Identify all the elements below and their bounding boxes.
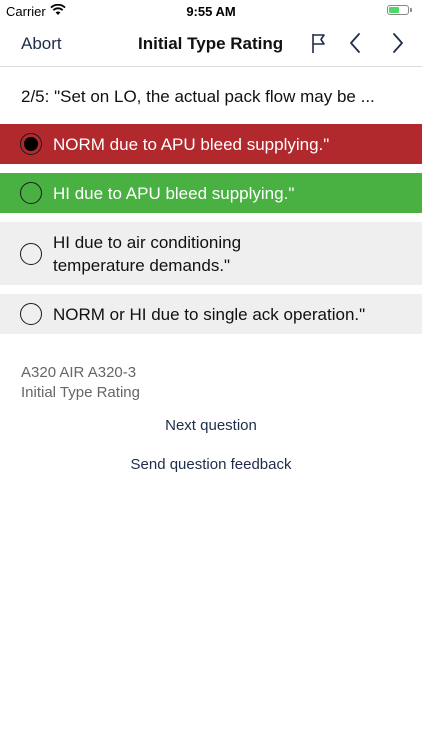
chevron-right-icon[interactable] — [385, 31, 409, 55]
answer-option-2[interactable]: HI due to APU bleed supplying." — [0, 173, 422, 213]
aircraft-label: A320 AIR A320-3 — [21, 364, 137, 381]
nav-bar: Abort Initial Type Rating — [0, 22, 422, 67]
page-title: Initial Type Rating — [138, 34, 284, 53]
answer-label: HI due to APU bleed supplying." — [53, 183, 295, 203]
abort-button[interactable]: Abort — [21, 34, 62, 54]
status-time: 9:55 AM — [186, 4, 236, 19]
answer-label: HI due to air conditioning temperature d… — [53, 232, 242, 275]
send-feedback-button[interactable]: Send question feedback — [0, 456, 422, 473]
chevron-left-icon[interactable] — [344, 31, 368, 55]
radio-button[interactable] — [20, 303, 42, 325]
course-label: Initial Type Rating — [21, 384, 140, 401]
radio-button[interactable] — [20, 242, 42, 265]
question-text: 2/5: "Set on LO, the actual pack flow ma… — [21, 87, 375, 106]
flag-icon[interactable] — [307, 31, 331, 55]
battery-level — [389, 7, 399, 13]
answer-option-3[interactable]: HI due to air conditioning temperature d… — [0, 222, 422, 285]
answer-option-1[interactable]: NORM due to APU bleed supplying." — [0, 124, 422, 164]
battery-icon — [387, 5, 412, 15]
course-info: A320 AIR A320-3 Initial Type Rating — [21, 363, 140, 403]
radio-button[interactable] — [20, 182, 42, 204]
radio-button-selected[interactable] — [20, 133, 42, 155]
answer-option-4[interactable]: NORM or HI due to single ack operation." — [0, 294, 422, 334]
status-bar: Carrier 9:55 AM — [0, 0, 422, 22]
next-question-button[interactable]: Next question — [0, 417, 422, 434]
answer-label: NORM or HI due to single ack operation." — [53, 304, 366, 324]
answer-label: NORM due to APU bleed supplying." — [53, 134, 330, 154]
